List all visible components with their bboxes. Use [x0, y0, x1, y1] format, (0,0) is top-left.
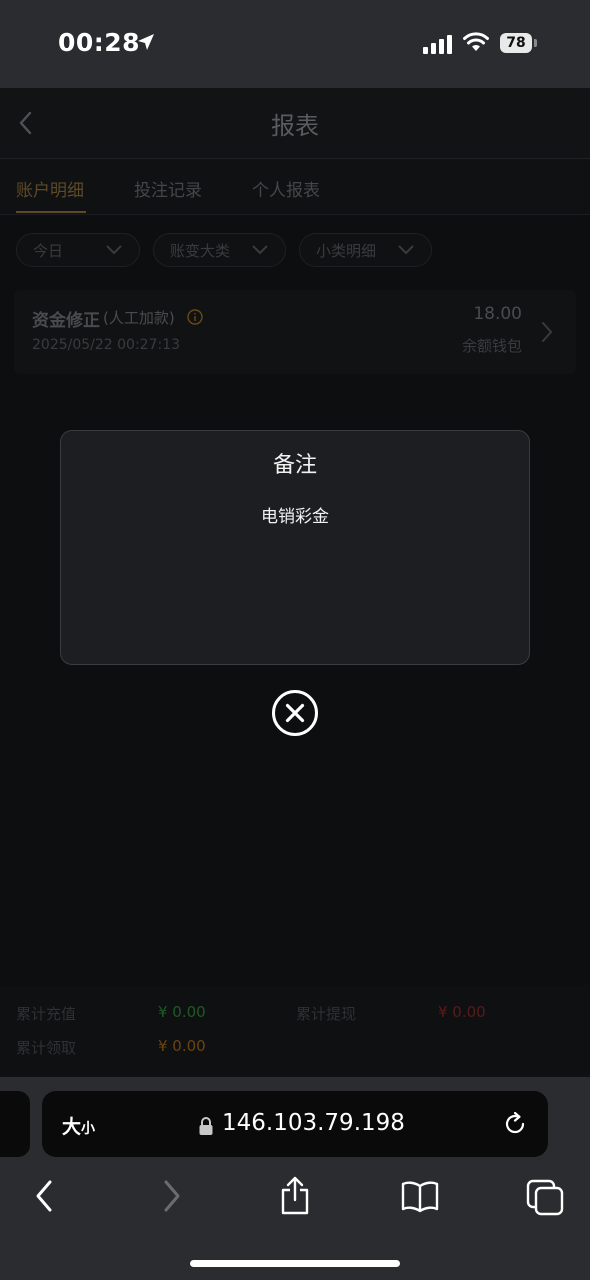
chevron-down-icon: [398, 245, 414, 255]
tabs-icon[interactable]: [526, 1176, 566, 1216]
text-size-big: 大: [62, 1116, 82, 1138]
tab-bet-records[interactable]: 投注记录: [134, 176, 202, 201]
record-amount: 18.00: [473, 304, 522, 324]
cellular-signal-icon: [423, 35, 452, 54]
chevron-down-icon: [252, 245, 268, 255]
category-filter-label: 账变大类: [170, 242, 231, 260]
modal-title: 备注: [272, 453, 317, 478]
record-title: 资金修正: [32, 311, 100, 331]
close-modal-button[interactable]: [271, 689, 319, 737]
deposit-total-label: 累计充值: [16, 1005, 77, 1023]
category-filter-dropdown[interactable]: 账变大类: [153, 233, 286, 267]
claim-total-value: ¥ 0.00: [158, 1037, 206, 1055]
text-size-small: 小: [81, 1121, 96, 1137]
reload-icon[interactable]: [502, 1111, 528, 1137]
date-filter-dropdown[interactable]: 今日: [16, 233, 140, 267]
claim-total-label: 累计领取: [16, 1039, 77, 1057]
record-wallet: 余额钱包: [461, 337, 522, 355]
tab-personal-report[interactable]: 个人报表: [252, 176, 320, 201]
battery-nub: [534, 39, 537, 47]
share-icon[interactable]: [278, 1176, 312, 1216]
date-filter-label: 今日: [33, 242, 64, 260]
modal-body-text: 电销彩金: [261, 507, 329, 527]
subcategory-filter-dropdown[interactable]: 小类明细: [299, 233, 432, 267]
active-tab-underline: [16, 211, 86, 213]
summary-panel: [0, 985, 590, 1077]
withdraw-total-value: ¥ 0.00: [438, 1003, 486, 1021]
status-time: 00:28: [58, 28, 141, 57]
browser-back-icon[interactable]: [32, 1176, 56, 1216]
url-text[interactable]: 146.103.79.198: [222, 1110, 405, 1136]
record-timestamp: 2025/05/22 00:27:13: [32, 337, 181, 353]
previous-tab-preview[interactable]: [0, 1091, 30, 1157]
transaction-record[interactable]: [14, 290, 576, 374]
battery-indicator: 78: [500, 33, 532, 53]
tab-account-details[interactable]: 账户明细: [16, 176, 84, 201]
subcategory-filter-label: 小类明细: [316, 242, 377, 260]
record-subtitle: (人工加款): [103, 309, 175, 327]
home-indicator: [190, 1260, 400, 1267]
lock-icon: [199, 1117, 213, 1135]
chevron-down-icon: [106, 245, 122, 255]
info-icon[interactable]: [187, 309, 203, 325]
page-title: 报表: [271, 112, 319, 140]
chevron-right-icon: [542, 322, 553, 342]
text-size-button[interactable]: 大小: [62, 1112, 95, 1139]
withdraw-total-label: 累计提现: [296, 1005, 357, 1023]
deposit-total-value: ¥ 0.00: [158, 1003, 206, 1021]
location-arrow-icon: [138, 34, 154, 50]
browser-forward-icon: [164, 1180, 180, 1212]
bookmarks-icon[interactable]: [400, 1176, 440, 1216]
wifi-icon: [463, 32, 489, 51]
